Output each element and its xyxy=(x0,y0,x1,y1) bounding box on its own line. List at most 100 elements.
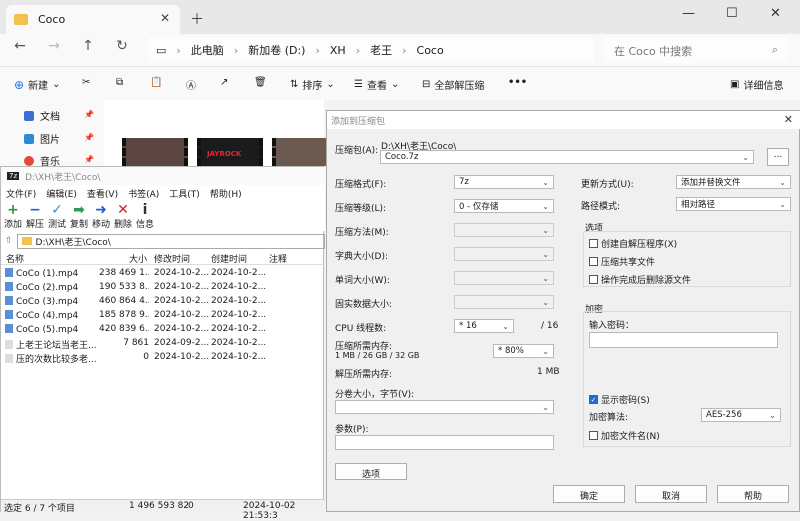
delete-after-checkbox[interactable]: 操作完成后删除源文件 xyxy=(589,273,691,286)
extract-button[interactable]: − 解压 xyxy=(24,203,46,230)
threads-combo[interactable]: * 16 ⌄ xyxy=(454,319,514,333)
thumbnail-text: JAYROCK xyxy=(207,150,242,158)
column-comment[interactable]: 注释 xyxy=(269,252,287,265)
forward-icon[interactable]: → xyxy=(44,38,64,54)
table-row[interactable]: CoCo (2).mp4 190 533 8... 2024-10-2... 2024… xyxy=(1,281,325,295)
breadcrumb-item[interactable]: XH xyxy=(330,44,346,57)
plus-circle-icon: ⊕ xyxy=(14,77,25,92)
method-combo[interactable]: ⌄ xyxy=(454,223,554,237)
paste-icon[interactable]: 📋 xyxy=(150,77,162,88)
close-icon[interactable]: ✕ xyxy=(784,113,793,126)
show-password-label: 显示密码(S) xyxy=(601,396,650,406)
ok-button[interactable]: 确定 xyxy=(553,485,625,503)
close-window-icon[interactable]: ✕ xyxy=(770,6,781,21)
options-button[interactable]: 选项 xyxy=(335,463,407,480)
tab-coco[interactable]: Coco ✕ xyxy=(6,5,180,34)
new-button[interactable]: ⊕ 新建 ⌄ xyxy=(14,77,60,93)
up-icon[interactable]: ↑ xyxy=(78,38,98,54)
breadcrumb[interactable]: ▭ › 此电脑 › 新加卷 (D:) › XH › 老王 › Coco xyxy=(148,37,594,63)
solid-combo[interactable]: ⌄ xyxy=(454,295,554,309)
breadcrumb-item[interactable]: Coco xyxy=(417,44,444,57)
copy-button[interactable]: ➡ 复制 xyxy=(68,203,90,230)
table-row[interactable]: CoCo (3).mp4 460 864 4... 2024-10-2... 2024… xyxy=(1,295,325,309)
update-combo[interactable]: 添加并替换文件 ⌄ xyxy=(676,175,791,189)
delete-button[interactable]: ✕ 删除 xyxy=(112,203,134,230)
video-thumbnail[interactable] xyxy=(122,138,188,166)
pin-icon[interactable]: 📌 xyxy=(84,155,94,164)
mem-combo[interactable]: * 80% ⌄ xyxy=(493,344,554,358)
help-button[interactable]: 帮助 xyxy=(717,485,789,503)
view-button[interactable]: ☰ 查看 ⌄ xyxy=(354,77,399,92)
cancel-button[interactable]: 取消 xyxy=(635,485,707,503)
column-modified[interactable]: 修改时间 xyxy=(154,252,190,265)
delete-icon[interactable]: 🗑 xyxy=(254,77,267,88)
move-button[interactable]: ➜ 移动 xyxy=(90,203,112,230)
folder-icon xyxy=(14,14,28,25)
archive-name-combo[interactable]: Coco.7z ⌄ xyxy=(380,150,754,164)
sidebar-item-documents[interactable]: 文档 xyxy=(24,108,60,123)
pathmode-combo[interactable]: 相对路径 ⌄ xyxy=(676,197,791,211)
dict-combo[interactable]: ⌄ xyxy=(454,247,554,261)
more-icon[interactable]: ••• xyxy=(508,77,527,88)
copy-icon[interactable]: ⧉ xyxy=(116,77,123,88)
table-row[interactable]: 上老王论坛当老王... 7 861 2024-09-2... 2024-10-2... xyxy=(1,337,325,351)
breadcrumb-item[interactable]: 新加卷 (D:) xyxy=(248,42,305,58)
browse-button[interactable]: ... xyxy=(767,148,789,166)
row-modified: 2024-10-2... xyxy=(154,310,209,320)
menu-bookmarks[interactable]: 书签(A) xyxy=(128,187,159,200)
info-button[interactable]: i 信息 xyxy=(134,203,156,230)
table-row[interactable]: CoCo (1).mp4 238 469 1... 2024-10-2... 2024… xyxy=(1,267,325,281)
maximize-icon[interactable]: ☐ xyxy=(726,6,738,21)
pin-icon[interactable]: 📌 xyxy=(84,110,94,119)
details-button[interactable]: ▣ 详细信息 xyxy=(730,77,783,92)
format-combo[interactable]: 7z ⌄ xyxy=(454,175,554,189)
add-button[interactable]: + 添加 xyxy=(2,203,24,230)
refresh-icon[interactable]: ↻ xyxy=(112,38,132,54)
shared-checkbox[interactable]: 压缩共享文件 xyxy=(589,255,655,268)
extract-all-button[interactable]: ⊟ 全部解压缩 xyxy=(422,77,484,92)
row-size: 7 861 xyxy=(123,338,149,348)
password-label: 输入密码： xyxy=(589,321,635,331)
dialog-title: 添加到压缩包 xyxy=(331,117,386,127)
show-password-checkbox[interactable]: ✓ 显示密码(S) xyxy=(589,393,650,406)
column-name[interactable]: 名称 xyxy=(6,252,24,265)
menu-tools[interactable]: 工具(T) xyxy=(169,187,200,200)
new-tab-icon[interactable]: ＋ xyxy=(190,9,204,29)
breadcrumb-item[interactable]: 老王 xyxy=(370,42,392,58)
menu-file[interactable]: 文件(F) xyxy=(6,187,36,200)
table-row[interactable]: CoCo (4).mp4 185 878 9... 2024-10-2... 2024… xyxy=(1,309,325,323)
search-input[interactable]: 在 Coco 中搜索 ⌕ xyxy=(604,37,788,63)
sfx-checkbox[interactable]: 创建自解压程序(X) xyxy=(589,237,677,250)
table-row[interactable]: 压的次数比较多老... 0 2024-10-2... 2024-10-2... xyxy=(1,351,325,365)
rename-icon[interactable]: Ⓐ xyxy=(186,77,196,92)
up-folder-icon[interactable]: ⇧ xyxy=(5,236,13,246)
close-tab-icon[interactable]: ✕ xyxy=(160,11,170,25)
column-created[interactable]: 创建时间 xyxy=(211,252,247,265)
word-combo[interactable]: ⌄ xyxy=(454,271,554,285)
table-row[interactable]: CoCo (5).mp4 420 839 6... 2024-10-2... 2024… xyxy=(1,323,325,337)
minimize-icon[interactable]: — xyxy=(682,6,695,21)
enc-method-combo[interactable]: AES-256 ⌄ xyxy=(701,408,781,422)
menu-edit[interactable]: 编辑(E) xyxy=(46,187,77,200)
menu-view[interactable]: 查看(V) xyxy=(87,187,118,200)
level-value: 0 - 仅存储 xyxy=(459,202,499,212)
password-input[interactable] xyxy=(589,332,778,348)
cut-icon[interactable]: ✂ xyxy=(82,77,90,88)
encrypt-names-checkbox[interactable]: 加密文件名(N) xyxy=(589,429,660,442)
sort-button[interactable]: ⇅ 排序 ⌄ xyxy=(290,77,335,92)
threads-max: / 16 xyxy=(541,321,559,331)
sidebar-item-pictures[interactable]: 图片 xyxy=(24,131,60,146)
test-button[interactable]: ✓ 测试 xyxy=(46,203,68,230)
pin-icon[interactable]: 📌 xyxy=(84,133,94,142)
video-thumbnail[interactable]: JAYROCK xyxy=(197,138,263,166)
volume-combo[interactable]: ⌄ xyxy=(335,400,554,414)
breadcrumb-item[interactable]: 此电脑 xyxy=(191,42,224,58)
menu-help[interactable]: 帮助(H) xyxy=(210,187,242,200)
share-icon[interactable]: ↗ xyxy=(220,77,228,88)
column-size[interactable]: 大小 xyxy=(129,252,147,265)
back-icon[interactable]: ← xyxy=(10,38,30,54)
move-label: 移动 xyxy=(91,220,110,230)
fm-path-input[interactable]: D:\XH\老王\Coco\ xyxy=(16,233,325,249)
level-combo[interactable]: 0 - 仅存储 ⌄ xyxy=(454,199,554,213)
params-input[interactable] xyxy=(335,435,554,450)
